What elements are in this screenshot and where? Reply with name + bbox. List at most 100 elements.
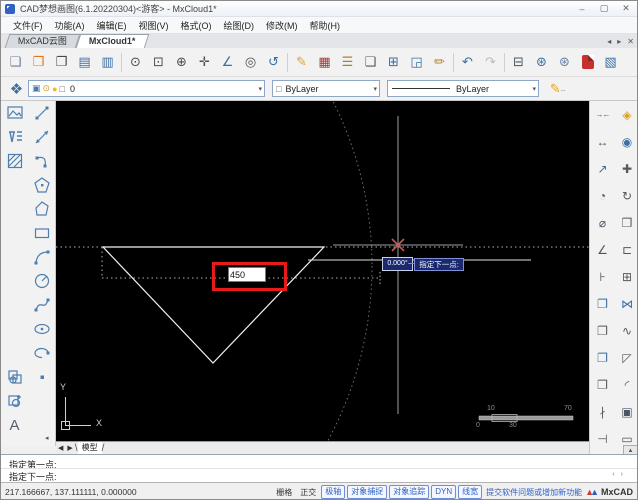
- draw-polygon-icon[interactable]: [28, 197, 55, 221]
- minimize-button[interactable]: –: [571, 2, 593, 16]
- tab-scroll-right-icon[interactable]: ▸: [614, 37, 624, 46]
- zoom-in-icon[interactable]: ⊕: [170, 51, 193, 73]
- print-icon[interactable]: ⊟: [507, 51, 530, 73]
- copy-object-icon[interactable]: ❐: [590, 290, 615, 317]
- draw-ellipse-icon[interactable]: [28, 317, 55, 341]
- sheet-prev-icon[interactable]: ◀: [56, 444, 65, 452]
- chevron-down-icon[interactable]: ▾: [370, 85, 377, 93]
- draw-sketch-icon[interactable]: ✎: [290, 51, 313, 73]
- rotate-icon[interactable]: ↻: [615, 182, 638, 209]
- table-edit-icon[interactable]: ⊞: [382, 51, 405, 73]
- left-toolbar-scroll-icon[interactable]: ◂: [45, 434, 49, 442]
- layer-freeze-icon[interactable]: ▣: [32, 83, 41, 94]
- draw-arc-icon[interactable]: [28, 245, 55, 269]
- zoom-object-icon[interactable]: ◎: [239, 51, 262, 73]
- menu-function[interactable]: 功能(A): [49, 19, 91, 32]
- menu-edit[interactable]: 编辑(E): [91, 19, 133, 32]
- offset-icon[interactable]: ⊏: [615, 236, 638, 263]
- trim-icon[interactable]: ⊣: [590, 425, 615, 452]
- zoom-scale-icon[interactable]: ∠: [216, 51, 239, 73]
- open-folder-icon[interactable]: ❐: [50, 51, 73, 73]
- draw-point-icon[interactable]: [28, 365, 55, 389]
- draw-pentagon-icon[interactable]: [28, 173, 55, 197]
- layer-color-icon[interactable]: □: [60, 84, 65, 94]
- array-icon[interactable]: ⊞: [615, 263, 638, 290]
- mirror-icon[interactable]: ⋈: [615, 290, 638, 317]
- erase-icon[interactable]: ◈: [615, 101, 638, 128]
- toggle-grid[interactable]: 栅格: [273, 487, 295, 498]
- dyn-distance-input[interactable]: [228, 267, 266, 282]
- toggle-lineweight[interactable]: 线宽: [458, 485, 482, 499]
- draw-line-icon[interactable]: [28, 101, 55, 125]
- fillet-icon[interactable]: ◜: [615, 371, 638, 398]
- block-copy-icon[interactable]: [1, 365, 28, 389]
- clipboard-copy-icon[interactable]: ❐: [590, 371, 615, 398]
- block-insert-icon[interactable]: [1, 389, 28, 413]
- revision-curve-icon[interactable]: ∿: [615, 317, 638, 344]
- linetype-dropdown[interactable]: ByLayer ▾: [387, 80, 539, 97]
- draw-order-pencil-icon[interactable]: ✎..: [546, 78, 569, 100]
- image-export-icon[interactable]: ▧: [599, 51, 622, 73]
- deep-copy-icon[interactable]: ❐: [590, 317, 615, 344]
- tab-scroll-left-icon[interactable]: ◂: [604, 37, 614, 46]
- draw-arc-3p-icon[interactable]: [28, 149, 55, 173]
- dim-continue-icon[interactable]: →←: [590, 101, 615, 128]
- open-drawing-icon[interactable]: ❒: [27, 51, 50, 73]
- dim-radius-icon[interactable]: ◔: [590, 182, 615, 209]
- dim-diameter-icon[interactable]: ⌀: [590, 209, 615, 236]
- select-set-icon[interactable]: ◲: [405, 51, 428, 73]
- color-dropdown[interactable]: □ ByLayer ▾: [272, 80, 380, 97]
- menu-draw[interactable]: 绘图(D): [218, 19, 261, 32]
- layer-manager-icon[interactable]: ❖: [5, 78, 28, 100]
- tab-close-icon[interactable]: ✕: [624, 37, 637, 46]
- new-file-icon[interactable]: ❏: [4, 51, 27, 73]
- layer-lock-icon[interactable]: ⊙: [43, 83, 51, 94]
- zoom-window-icon[interactable]: ⊡: [147, 51, 170, 73]
- draw-polyline-icon[interactable]: [28, 125, 55, 149]
- text-content-icon[interactable]: ☰: [336, 51, 359, 73]
- menu-view[interactable]: 视图(V): [133, 19, 175, 32]
- model-tab[interactable]: \ 模型 /: [75, 442, 105, 454]
- chevron-down-icon[interactable]: ▾: [255, 85, 262, 93]
- command-scroll-arrows[interactable]: ‹›: [612, 471, 629, 478]
- zoom-previous-icon[interactable]: ↺: [262, 51, 285, 73]
- toggle-osnap[interactable]: 对象捕捉: [347, 485, 387, 499]
- dim-quick-icon[interactable]: ⊦: [590, 263, 615, 290]
- hatch-icon[interactable]: [1, 149, 28, 173]
- command-line-panel[interactable]: 指定第一点: 指定下一点: ‹›: [1, 454, 637, 482]
- break-icon[interactable]: ∤: [590, 398, 615, 425]
- menu-format[interactable]: 格式(O): [175, 19, 218, 32]
- scale-icon[interactable]: ❒: [615, 209, 638, 236]
- feedback-link[interactable]: 提交软件问题或增加新功能: [486, 487, 582, 498]
- toggle-otrack[interactable]: 对象追踪: [389, 485, 429, 499]
- draw-spline-icon[interactable]: [28, 293, 55, 317]
- web-upload-icon[interactable]: ⊛: [530, 51, 553, 73]
- super-copy-icon[interactable]: ❐: [590, 344, 615, 371]
- single-text-icon[interactable]: A: [1, 413, 28, 437]
- draw-ellipse-arc-icon[interactable]: [28, 341, 55, 365]
- viewport-icon[interactable]: ❑: [359, 51, 382, 73]
- maximize-button[interactable]: ▢: [593, 2, 615, 16]
- menu-help[interactable]: 帮助(H): [304, 19, 347, 32]
- box-3d-icon[interactable]: ▣: [615, 398, 638, 425]
- menu-modify[interactable]: 修改(M): [260, 19, 304, 32]
- toggle-ortho[interactable]: 正交: [297, 487, 319, 498]
- multiline-text-icon[interactable]: [1, 125, 28, 149]
- toggle-dyn[interactable]: DYN: [431, 485, 456, 499]
- draw-circle-icon[interactable]: [28, 269, 55, 293]
- tab-mxcloud1[interactable]: MxCloud1*: [76, 34, 149, 48]
- layer-on-icon[interactable]: ●: [52, 84, 57, 94]
- tab-mxcad-cloud[interactable]: MxCAD云图: [5, 34, 81, 48]
- pdf-export-icon[interactable]: [576, 51, 599, 73]
- insert-image-icon[interactable]: [1, 101, 28, 125]
- chamfer-icon[interactable]: ◸: [615, 344, 638, 371]
- drawing-canvas[interactable]: 0.000° 指定下一点: Y X 10 70 0 30: [56, 101, 589, 441]
- dim-linear-icon[interactable]: ↔: [590, 128, 615, 155]
- copy-icon[interactable]: ◉: [615, 128, 638, 155]
- quick-modify-icon[interactable]: ✏: [428, 51, 451, 73]
- color-palette-icon[interactable]: ▦: [313, 51, 336, 73]
- move-icon[interactable]: ✚: [615, 155, 638, 182]
- toggle-polar[interactable]: 极轴: [321, 485, 345, 499]
- sheet-next-icon[interactable]: ▶: [65, 444, 74, 452]
- layer-dropdown[interactable]: ▣ ⊙ ● □ 0 ▾: [28, 80, 265, 97]
